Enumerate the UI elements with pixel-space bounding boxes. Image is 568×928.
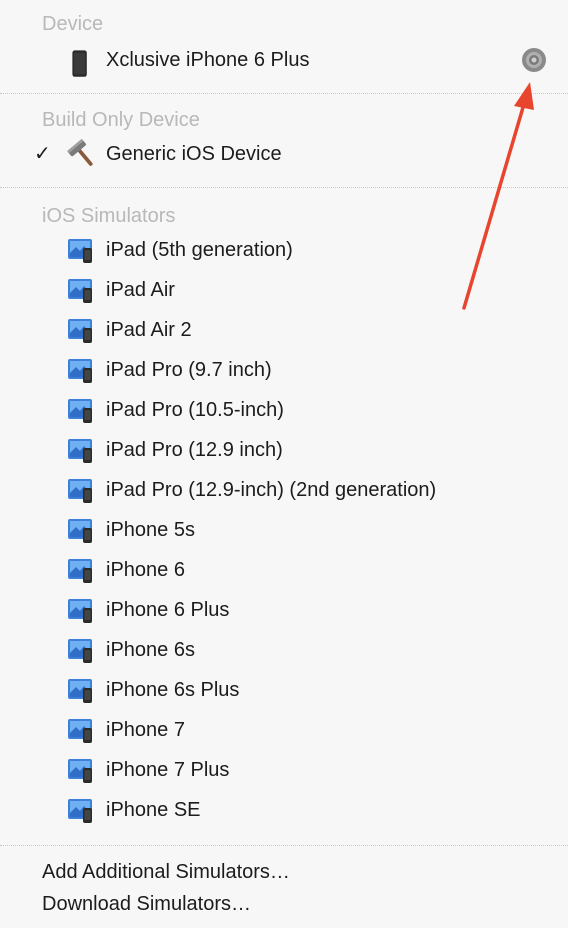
simulator-label: iPad Air	[106, 279, 175, 301]
simulator-item[interactable]: iPad (5th generation)	[0, 230, 568, 270]
simulator-item[interactable]: iPad Pro (12.9 inch)	[0, 430, 568, 470]
simulator-label: iPad Air 2	[106, 319, 192, 341]
simulator-icon	[68, 399, 92, 423]
simulator-icon	[68, 679, 92, 703]
simulator-label: iPhone SE	[106, 799, 201, 821]
simulator-item[interactable]: iPhone 6 Plus	[0, 590, 568, 630]
simulator-label: iPhone 6s Plus	[106, 679, 240, 701]
simulator-icon	[68, 359, 92, 383]
simulator-item[interactable]: iPad Air 2	[0, 310, 568, 350]
simulator-item[interactable]: iPad Pro (12.9-inch) (2nd generation)	[0, 470, 568, 510]
checkmark-icon: ✓	[34, 143, 51, 165]
simulator-icon	[68, 719, 92, 743]
simulator-label: iPad Pro (12.9-inch) (2nd generation)	[106, 479, 437, 501]
phone-device-icon	[72, 50, 87, 77]
simulator-label: iPad Pro (12.9 inch)	[106, 439, 283, 461]
simulator-item[interactable]: iPhone 6	[0, 550, 568, 590]
simulator-item[interactable]: iPhone 6s	[0, 630, 568, 670]
simulator-item[interactable]: iPhone 7	[0, 710, 568, 750]
section-header-build-only: Build Only Device	[42, 109, 200, 131]
add-additional-simulators-item[interactable]: Add Additional Simulators…	[42, 860, 290, 884]
simulator-item[interactable]: iPad Pro (10.5-inch)	[0, 390, 568, 430]
simulator-label: iPhone 6s	[106, 639, 195, 661]
device-name-label: Xclusive iPhone 6 Plus	[106, 49, 310, 71]
separator	[0, 187, 568, 188]
simulator-item[interactable]: iPhone 5s	[0, 510, 568, 550]
simulator-label: iPhone 5s	[106, 519, 195, 541]
separator	[0, 845, 568, 846]
simulator-icon	[68, 479, 92, 503]
simulator-label: iPad Pro (9.7 inch)	[106, 359, 272, 381]
simulator-icon	[68, 319, 92, 343]
generic-ios-device-label: Generic iOS Device	[106, 143, 282, 165]
simulator-item[interactable]: iPhone 7 Plus	[0, 750, 568, 790]
simulator-icon	[68, 599, 92, 623]
device-menu: Device Xclusive iPhone 6 Plus Build Only…	[0, 0, 568, 928]
simulator-label: iPhone 7	[106, 719, 185, 741]
simulator-icon	[68, 639, 92, 663]
simulator-icon	[68, 519, 92, 543]
section-header-ios-simulators: iOS Simulators	[42, 205, 176, 227]
menu-item-generic-ios-device[interactable]: ✓ Generic iOS Device	[0, 134, 568, 174]
simulator-label: iPhone 7 Plus	[106, 759, 230, 781]
separator	[0, 93, 568, 94]
simulator-item[interactable]: iPad Air	[0, 270, 568, 310]
simulator-item[interactable]: iPhone SE	[0, 790, 568, 830]
simulator-icon	[68, 559, 92, 583]
simulator-icon	[68, 799, 92, 823]
simulator-icon	[68, 239, 92, 263]
simulator-icon	[68, 279, 92, 303]
section-header-device: Device	[42, 13, 104, 35]
simulator-label: iPhone 6	[106, 559, 185, 581]
simulator-icon	[68, 439, 92, 463]
menu-item-device[interactable]: Xclusive iPhone 6 Plus	[0, 40, 568, 80]
simulator-label: iPhone 6 Plus	[106, 599, 230, 621]
hammer-icon	[67, 138, 93, 167]
simulator-icon	[68, 759, 92, 783]
simulator-label: iPad Pro (10.5-inch)	[106, 399, 284, 421]
simulator-item[interactable]: iPhone 6s Plus	[0, 670, 568, 710]
simulator-label: iPad (5th generation)	[106, 239, 293, 261]
device-status-icon	[522, 48, 546, 72]
simulator-item[interactable]: iPad Pro (9.7 inch)	[0, 350, 568, 390]
download-simulators-item[interactable]: Download Simulators…	[42, 892, 251, 916]
